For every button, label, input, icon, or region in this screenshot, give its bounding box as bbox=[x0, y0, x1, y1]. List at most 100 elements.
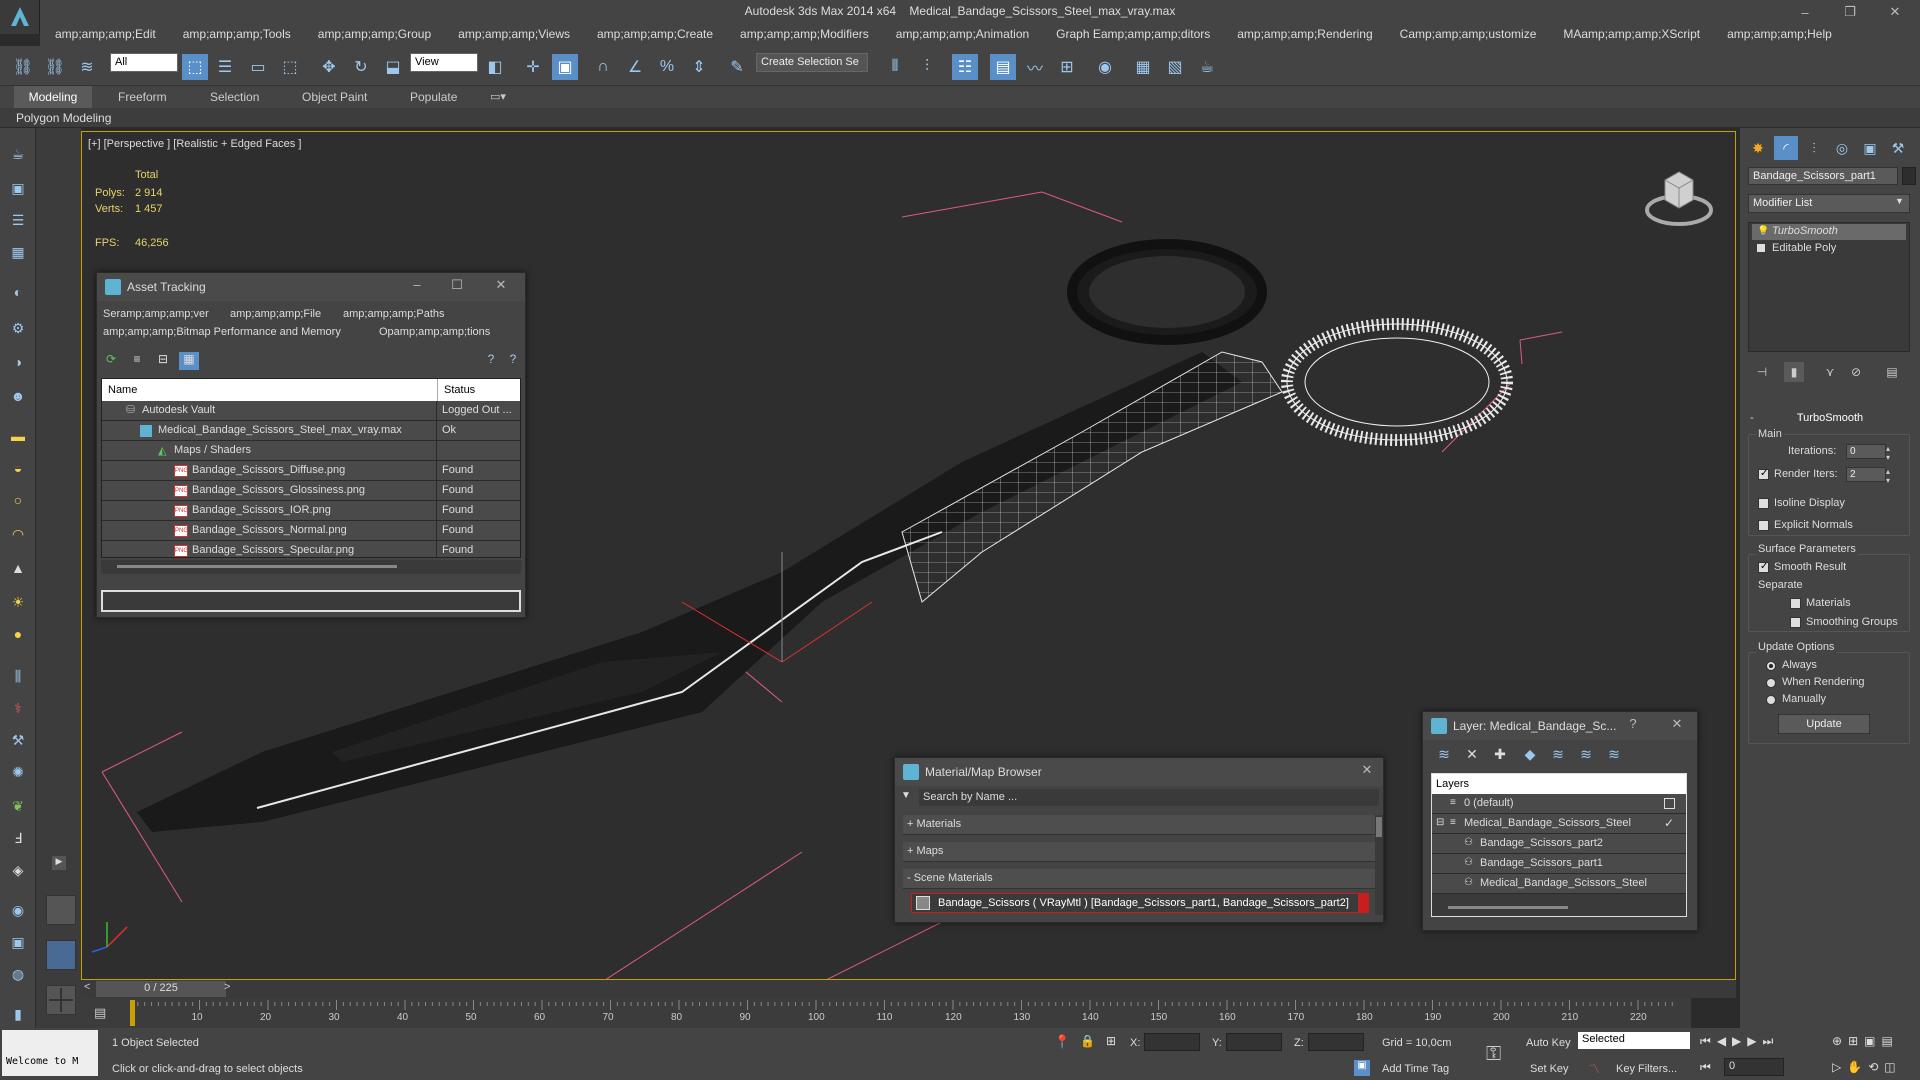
keyboard-shortcut-override-icon[interactable]: ▣ bbox=[552, 54, 578, 80]
bones-icon[interactable]: ⚕ bbox=[6, 696, 30, 720]
viewcube-icon[interactable] bbox=[1643, 164, 1715, 230]
zoom-extents-all-icon[interactable]: ▤ bbox=[1881, 1034, 1898, 1048]
asset-path-field[interactable] bbox=[101, 590, 521, 612]
pivot-center-icon[interactable]: ◧ bbox=[482, 54, 508, 80]
current-layer-checkbox[interactable] bbox=[1664, 798, 1675, 809]
at-menu-file[interactable]: amp;amp;amp;File bbox=[230, 308, 321, 320]
grid-icon[interactable]: ▦ bbox=[6, 240, 30, 264]
scene-materials-section[interactable]: - Scene Materials bbox=[903, 869, 1375, 889]
spinner-arrows-icon[interactable]: ▴ ▾ bbox=[1886, 444, 1890, 462]
menu-modifiers[interactable]: amp;amp;amp;Modifiers bbox=[725, 24, 881, 46]
select-in-layer-icon[interactable]: ◆ bbox=[1519, 746, 1541, 766]
table-row[interactable]: ◭ Maps / Shaders bbox=[102, 441, 520, 461]
zoom-extents-icon[interactable]: ▣ bbox=[1864, 1034, 1881, 1048]
helper-icon[interactable]: ⚒ bbox=[6, 728, 30, 752]
space-warp-icon[interactable]: ✺ bbox=[6, 760, 30, 784]
list-view-icon[interactable]: ≡ bbox=[127, 352, 147, 370]
time-slider[interactable] bbox=[81, 980, 1736, 998]
help-icon[interactable]: ? bbox=[481, 352, 501, 370]
select-by-name-icon[interactable]: ☰ bbox=[212, 54, 238, 80]
minimize-icon[interactable]: – bbox=[407, 277, 427, 297]
material-browser-titlebar[interactable]: Material/Map Browser bbox=[895, 758, 1383, 786]
create-tab-icon[interactable]: ✸ bbox=[1746, 136, 1770, 160]
list-icon[interactable]: ☰ bbox=[6, 208, 30, 232]
spinner-arrows-icon[interactable]: ▴ ▾ bbox=[1886, 467, 1890, 485]
select-manipulate-icon[interactable]: ✛ bbox=[520, 54, 546, 80]
camera-icon[interactable]: ◐ bbox=[6, 280, 30, 304]
add-time-tag[interactable]: Add Time Tag bbox=[1382, 1063, 1449, 1075]
pin-stack-icon[interactable]: ⊣ bbox=[1752, 362, 1772, 382]
layers-header[interactable]: Layers bbox=[1432, 774, 1686, 794]
scrollbar-thumb[interactable] bbox=[1376, 817, 1382, 837]
table-row[interactable]: PNG Bandage_Scissors_Specular.png Found bbox=[102, 541, 520, 557]
percent-snap-icon[interactable]: % bbox=[654, 54, 680, 80]
close-icon[interactable]: ✕ bbox=[1667, 716, 1687, 736]
menu-rendering[interactable]: amp;amp;amp;Rendering bbox=[1222, 24, 1384, 46]
menu-views[interactable]: amp;amp;amp;Views bbox=[443, 24, 582, 46]
menu-edit[interactable]: amp;amp;amp;Edit bbox=[40, 24, 168, 46]
maximize-icon[interactable]: ☐ bbox=[447, 277, 467, 297]
tab-populate[interactable]: Populate bbox=[398, 86, 469, 108]
scale-icon[interactable]: ⬓ bbox=[380, 54, 406, 80]
layer-window-titlebar[interactable]: Layer: Medical_Bandage_Sc... bbox=[1423, 712, 1697, 740]
bind-space-warp-icon[interactable]: ≋ bbox=[74, 54, 100, 80]
align-icon[interactable]: ⫶ bbox=[914, 54, 940, 80]
tree-view-icon[interactable]: ⊟ bbox=[153, 352, 173, 370]
y-coordinate-field[interactable] bbox=[1226, 1033, 1282, 1051]
table-row[interactable]: PNG Bandage_Scissors_Diffuse.png Found bbox=[102, 461, 520, 481]
at-menu-paths[interactable]: amp;amp;amp;Paths bbox=[343, 308, 445, 320]
separate-smoothing-groups-checkbox[interactable] bbox=[1790, 617, 1801, 628]
menu-customize[interactable]: Camp;amp;amp;ustomize bbox=[1385, 24, 1549, 46]
table-row[interactable]: PNG Bandage_Scissors_IOR.png Found bbox=[102, 501, 520, 521]
freeze-all-icon[interactable]: ≋ bbox=[1603, 746, 1625, 766]
scrollbar-thumb[interactable] bbox=[117, 565, 397, 568]
col-status-header[interactable]: Status bbox=[438, 379, 520, 401]
at-menu-server[interactable]: Seramp;amp;amp;ver bbox=[103, 308, 209, 320]
collapse-icon[interactable]: ⊟ bbox=[1436, 817, 1444, 828]
x-coordinate-field[interactable] bbox=[1144, 1033, 1200, 1051]
hierarchy-tab-icon[interactable]: ⫶ bbox=[1802, 136, 1826, 160]
mini-curve-editor-icon[interactable]: ▤ bbox=[94, 1005, 106, 1021]
configure-sets-icon[interactable]: ▤ bbox=[1882, 362, 1902, 382]
viewport-layout-1[interactable] bbox=[46, 895, 76, 925]
material-editor-icon[interactable]: ◉ bbox=[1092, 54, 1118, 80]
isoline-display-checkbox[interactable] bbox=[1758, 498, 1769, 509]
close-icon[interactable]: ✕ bbox=[491, 277, 511, 297]
snaps-toggle-icon[interactable]: ∩ bbox=[590, 54, 616, 80]
viewport-label[interactable]: [+] [Perspective ] [Realistic + Edged Fa… bbox=[88, 138, 301, 150]
menu-create[interactable]: amp;amp;amp;Create bbox=[582, 24, 725, 46]
menu-tools[interactable]: amp;amp;amp;Tools bbox=[168, 24, 303, 46]
teapot-icon[interactable]: ☕ bbox=[6, 142, 30, 166]
modifier-list-dropdown[interactable]: Modifier List bbox=[1748, 194, 1910, 213]
modify-tab-icon[interactable]: ◜ bbox=[1774, 136, 1798, 160]
browser-options-icon[interactable]: ▼ bbox=[901, 790, 911, 801]
zoom-all-icon[interactable]: ⊞ bbox=[1848, 1034, 1864, 1048]
rectangular-selection-icon[interactable]: ▭ bbox=[245, 54, 271, 80]
col-name-header[interactable]: Name bbox=[102, 379, 438, 401]
object-color-swatch[interactable] bbox=[1902, 167, 1916, 185]
next-frame-icon[interactable]: ▶ bbox=[1747, 1034, 1762, 1048]
reference-coordinate-dropdown[interactable]: View bbox=[410, 53, 478, 72]
node-icon[interactable]: ⚙ bbox=[6, 316, 30, 340]
update-manually-radio[interactable] bbox=[1766, 695, 1776, 705]
previous-frame-icon[interactable]: ◀ bbox=[1717, 1034, 1732, 1048]
select-object-icon[interactable]: ⬚ bbox=[182, 54, 208, 80]
curve-editor-icon[interactable]: 〰 bbox=[1022, 54, 1048, 80]
context-help-icon[interactable]: ? bbox=[503, 352, 523, 370]
material-search-input[interactable]: Search by Name ... bbox=[919, 789, 1379, 806]
fog-icon[interactable]: ◑ bbox=[6, 350, 30, 374]
hide-all-icon[interactable]: ≋ bbox=[1575, 746, 1597, 766]
time-cursor[interactable] bbox=[130, 1000, 135, 1026]
table-row[interactable]: Medical_Bandage_Scissors_Steel_max_vray.… bbox=[102, 421, 520, 441]
time-tag-icon[interactable]: ▣ bbox=[1354, 1060, 1370, 1076]
layer-manager-icon[interactable]: ☷ bbox=[952, 54, 978, 80]
tab-modeling[interactable]: Modeling bbox=[14, 86, 92, 108]
pan-icon[interactable]: ✋ bbox=[1847, 1060, 1868, 1074]
maximize-viewport-icon[interactable]: ◫ bbox=[1884, 1060, 1901, 1074]
edit-named-selection-icon[interactable]: ✎ bbox=[724, 54, 750, 80]
people-icon[interactable]: ☻ bbox=[6, 384, 30, 408]
sphere-icon[interactable]: ◒ bbox=[6, 456, 30, 480]
show-end-result-icon[interactable]: ▮ bbox=[1784, 362, 1804, 382]
menu-help[interactable]: amp;amp;amp;Help bbox=[1712, 24, 1844, 46]
vertical-scrollbar[interactable] bbox=[1375, 815, 1383, 915]
